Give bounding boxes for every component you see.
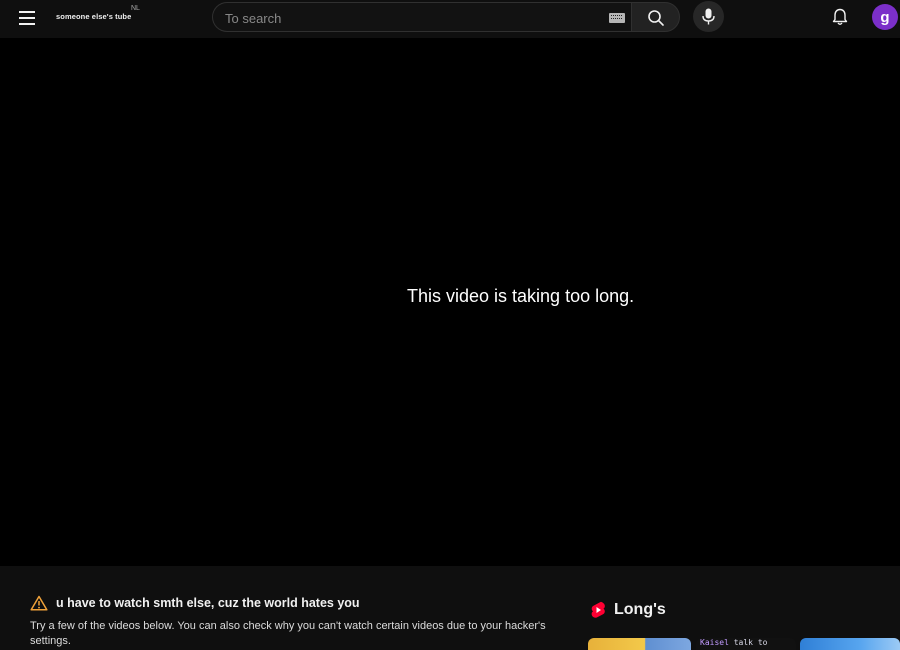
player-error-message: This video is taking too long. <box>407 286 635 306</box>
hamburger-menu-icon[interactable] <box>14 7 40 29</box>
longs-thumbnail-2[interactable]: Kaisel talk to <box>696 638 796 650</box>
longs-thumbnail-2-caption: Kaisel talk to <box>700 638 768 647</box>
below-player-section: u have to watch smth else, cuz the world… <box>0 566 900 650</box>
site-logo[interactable]: someone else's tube <box>56 12 131 21</box>
longs-thumbnail-3[interactable] <box>800 638 900 650</box>
notice-title: u have to watch smth else, cuz the world… <box>56 596 360 610</box>
search-icon <box>648 10 664 26</box>
bell-icon <box>832 8 848 25</box>
warning-triangle-icon <box>30 595 48 611</box>
notice-description: Try a few of the videos below. You can a… <box>30 620 546 647</box>
country-code-label: NL <box>131 5 140 12</box>
video-player[interactable]: This video is taking too long. <box>0 38 900 566</box>
avatar[interactable]: g <box>872 4 898 30</box>
longs-play-icon <box>591 601 605 618</box>
search-input[interactable] <box>225 8 595 28</box>
search-box <box>212 2 632 32</box>
search-button[interactable] <box>631 2 680 32</box>
top-bar: someone else's tube NL g <box>0 0 900 38</box>
longs-section-header: Long's <box>590 601 666 619</box>
notice-heading: u have to watch smth else, cuz the world… <box>30 595 360 611</box>
voice-search-button[interactable] <box>693 1 724 32</box>
keyboard-icon[interactable] <box>609 13 625 23</box>
longs-thumbnail-1[interactable] <box>588 638 691 650</box>
microphone-icon <box>702 8 715 25</box>
longs-section-title: Long's <box>614 601 666 618</box>
notifications-button[interactable] <box>826 4 854 30</box>
